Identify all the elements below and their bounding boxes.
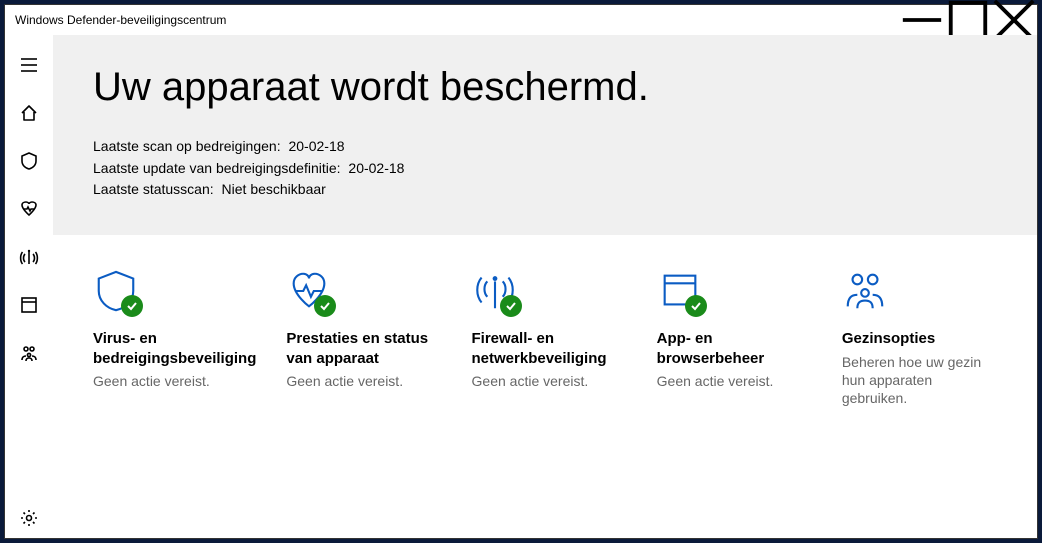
hamburger-menu-button[interactable] [5, 45, 53, 85]
minimize-button[interactable] [899, 5, 945, 35]
status-ok-badge [314, 295, 336, 317]
check-icon [319, 300, 331, 312]
status-last-scan: Laatste scan op bedreigingen: 20-02-18 [93, 136, 997, 158]
status-health-scan: Laatste statusscan: Niet beschikbaar [93, 179, 997, 201]
page-title: Uw apparaat wordt beschermd. [93, 65, 997, 110]
maximize-button[interactable] [945, 5, 991, 35]
card-app-browser[interactable]: App- en browserbeheer Geen actie vereist… [657, 261, 812, 512]
title-bar: Windows Defender-beveiligingscentrum [5, 5, 1037, 35]
card-firewall[interactable]: Firewall- en netwerkbeveiliging Geen act… [472, 261, 627, 512]
card-title: Gezinsopties [842, 329, 997, 349]
card-subtitle: Geen actie vereist. [93, 372, 256, 390]
card-title: Virus- en bedreigingsbeveiliging [93, 329, 256, 368]
status-value: 20-02-18 [288, 138, 344, 154]
card-subtitle: Geen actie vereist. [286, 372, 441, 390]
status-ok-badge [500, 295, 522, 317]
status-label: Laatste update van bedreigingsdefinitie: [93, 160, 341, 176]
check-icon [690, 300, 702, 312]
card-device-performance[interactable]: Prestaties en status van apparaat Geen a… [286, 261, 441, 512]
nav-settings[interactable] [5, 498, 53, 538]
check-icon [505, 300, 517, 312]
sidebar [5, 35, 53, 538]
status-last-update: Laatste update van bedreigingsdefinitie:… [93, 158, 997, 180]
app-body: Uw apparaat wordt beschermd. Laatste sca… [5, 35, 1037, 538]
nav-home[interactable] [5, 93, 53, 133]
window-title: Windows Defender-beveiligingscentrum [15, 13, 899, 27]
card-subtitle: Geen actie vereist. [657, 372, 812, 390]
app-window: Windows Defender-beveiligingscentrum [4, 4, 1038, 539]
card-icon-wrap [842, 261, 997, 321]
hero-panel: Uw apparaat wordt beschermd. Laatste sca… [53, 35, 1037, 235]
window-controls [899, 5, 1037, 35]
card-icon-wrap [657, 261, 812, 321]
card-title: App- en browserbeheer [657, 329, 812, 368]
nav-family-options[interactable] [5, 333, 53, 373]
nav-device-performance[interactable] [5, 189, 53, 229]
card-subtitle: Geen actie vereist. [472, 372, 627, 390]
close-button[interactable] [991, 5, 1037, 35]
card-icon-wrap [93, 261, 256, 321]
card-title: Firewall- en netwerkbeveiliging [472, 329, 627, 368]
card-family-options[interactable]: Gezinsopties Beheren hoe uw gezin hun ap… [842, 261, 997, 512]
card-icon-wrap [472, 261, 627, 321]
status-value: 20-02-18 [348, 160, 404, 176]
cards-row: Virus- en bedreigingsbeveiliging Geen ac… [53, 235, 1037, 538]
status-label: Laatste scan op bedreigingen: [93, 138, 281, 154]
status-label: Laatste statusscan: [93, 181, 214, 197]
card-virus-protection[interactable]: Virus- en bedreigingsbeveiliging Geen ac… [93, 261, 256, 512]
card-title: Prestaties en status van apparaat [286, 329, 441, 368]
family-icon [842, 268, 888, 314]
nav-app-browser[interactable] [5, 285, 53, 325]
nav-firewall[interactable] [5, 237, 53, 277]
status-ok-badge [121, 295, 143, 317]
card-icon-wrap [286, 261, 441, 321]
check-icon [126, 300, 138, 312]
main-content: Uw apparaat wordt beschermd. Laatste sca… [53, 35, 1037, 538]
nav-virus-protection[interactable] [5, 141, 53, 181]
card-subtitle: Beheren hoe uw gezin hun apparaten gebru… [842, 353, 997, 408]
status-value: Niet beschikbaar [222, 181, 326, 197]
status-lines: Laatste scan op bedreigingen: 20-02-18 L… [93, 136, 997, 201]
status-ok-badge [685, 295, 707, 317]
